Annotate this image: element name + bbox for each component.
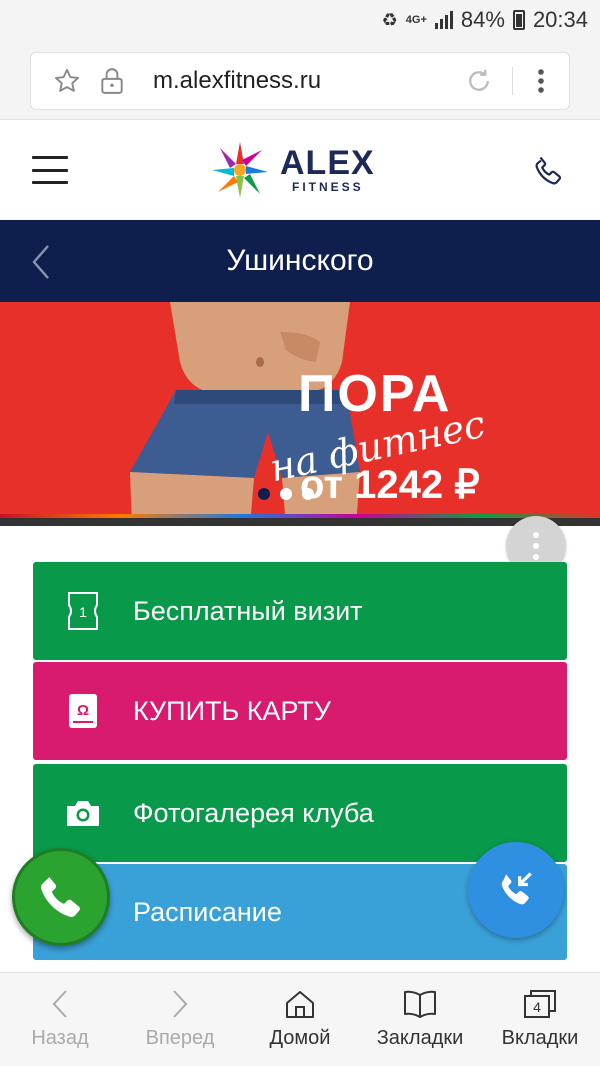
clock: 20:34	[532, 7, 588, 32]
nav-forward[interactable]: Вперед	[120, 973, 240, 1066]
tile-label: Расписание	[133, 896, 282, 927]
card-icon: Ω	[33, 692, 133, 730]
banner-price: от 1242 ₽	[300, 463, 480, 507]
nav-tabs-label: Вкладки	[501, 1027, 579, 1049]
reload-icon[interactable]	[464, 66, 494, 96]
carousel-dots	[258, 488, 314, 500]
nav-tabs[interactable]: 4 Вкладки	[480, 973, 600, 1066]
call-button[interactable]	[12, 848, 110, 946]
back-chevron-icon[interactable]	[30, 244, 52, 285]
home-icon	[286, 991, 314, 1018]
carousel-dot[interactable]	[258, 488, 270, 500]
logo-sub-text: FITNESS	[292, 180, 364, 194]
phone-icon[interactable]	[530, 152, 568, 195]
battery-percent: 84%	[460, 7, 505, 32]
tile-label: Бесплатный визит	[133, 595, 363, 626]
network-type: 4G+	[405, 13, 427, 26]
nav-home-label: Домой	[269, 1027, 331, 1049]
overflow-menu-icon[interactable]	[537, 68, 545, 94]
logo-figures-icon	[212, 142, 268, 198]
callback-button[interactable]	[468, 842, 564, 938]
nav-home[interactable]: Домой	[240, 973, 360, 1066]
nav-forward-label: Вперед	[145, 1027, 215, 1049]
alex-fitness-logo[interactable]: ALEX FITNESS	[208, 138, 375, 202]
status-bar: ♻ 4G+ 84% 20:34	[0, 0, 600, 40]
url-text: m.alexfitness.ru	[153, 67, 322, 94]
nav-bookmarks-label: Закладки	[376, 1027, 464, 1049]
chevron-right-icon	[173, 990, 188, 1018]
site-header: ALEX FITNESS	[0, 120, 600, 220]
promo-banner[interactable]: ПОРА на фитнес от 1242 ₽	[0, 302, 600, 526]
lock-icon	[99, 67, 125, 95]
ticket-icon: 1	[33, 591, 133, 631]
handset-icon	[41, 877, 80, 917]
svg-text:1: 1	[79, 604, 87, 620]
photo-gallery-button[interactable]: Фотогалерея клуба	[33, 764, 567, 862]
svg-text:Ω: Ω	[77, 702, 89, 719]
book-icon	[404, 990, 436, 1018]
recycle-icon: ♻	[381, 9, 398, 30]
carousel-dot[interactable]	[302, 488, 314, 500]
nav-back-label: Назад	[31, 1027, 89, 1049]
nav-bookmarks[interactable]: Закладки	[360, 973, 480, 1066]
browser-bottom-nav: Назад Вперед Домой Закладки 4 Вкладки	[0, 972, 600, 1066]
incoming-call-icon	[501, 872, 532, 905]
battery-icon	[512, 10, 525, 30]
club-title: Ушинского	[226, 244, 374, 277]
address-bar[interactable]: m.alexfitness.ru	[30, 52, 570, 110]
tabs-icon: 4	[524, 990, 556, 1018]
carousel-dot[interactable]	[280, 488, 292, 500]
bookmark-star-icon[interactable]	[53, 67, 81, 95]
free-visit-button[interactable]: 1 Бесплатный визит	[33, 562, 567, 660]
banner-stripe	[0, 514, 600, 526]
chevron-left-icon	[52, 990, 67, 1018]
logo-main-text: ALEX	[280, 144, 375, 182]
tile-label: КУПИТЬ КАРТУ	[133, 695, 331, 726]
signal-icon	[434, 11, 453, 29]
club-title-bar: Ушинского	[0, 220, 600, 302]
tile-label: Фотогалерея клуба	[133, 797, 374, 828]
nav-back[interactable]: Назад	[0, 973, 120, 1066]
hamburger-menu-icon[interactable]	[32, 156, 68, 184]
screen: ♻ 4G+ 84% 20:34 m.alexfitness.ru ALEX FI…	[0, 0, 600, 1066]
browser-toolbar: m.alexfitness.ru	[0, 40, 600, 120]
camera-icon	[33, 798, 133, 828]
buy-card-button[interactable]: Ω КУПИТЬ КАРТУ	[33, 662, 567, 760]
tabs-count: 4	[533, 999, 541, 1015]
